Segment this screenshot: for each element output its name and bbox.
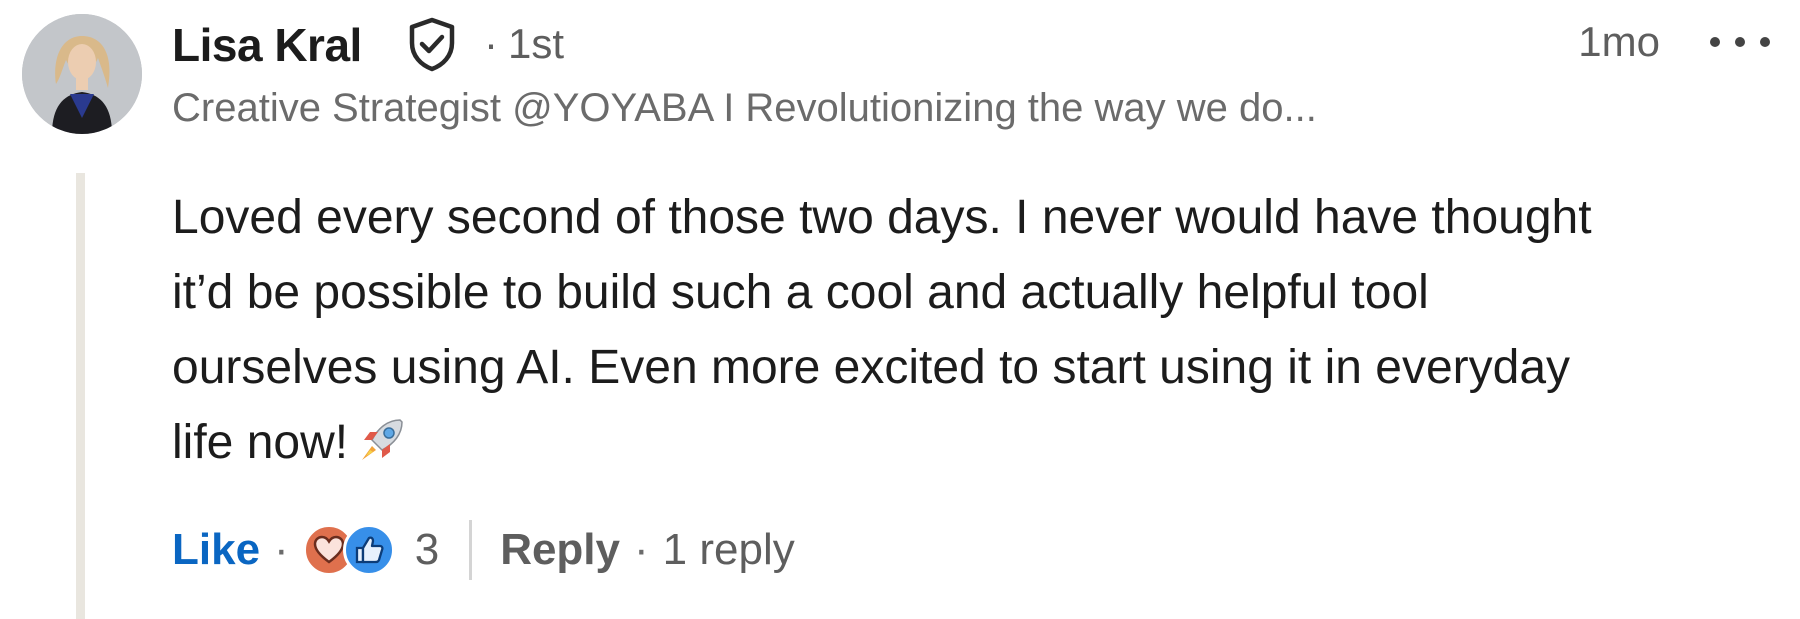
degree-label: 1st: [508, 20, 565, 67]
reply-count-link[interactable]: 1 reply: [663, 525, 795, 575]
thread-line: [76, 173, 85, 619]
comment-line: ourselves using AI. Even more excited to…: [172, 341, 1571, 394]
reaction-count[interactable]: 3: [415, 525, 439, 575]
reactions-summary[interactable]: [302, 522, 399, 578]
like-button[interactable]: Like: [172, 525, 260, 575]
more-horizontal-icon[interactable]: [1710, 22, 1770, 62]
shield-check-icon: [404, 16, 460, 72]
comment-line-text: life now!: [172, 416, 349, 469]
connection-degree: · 1st: [484, 20, 564, 68]
reply-button[interactable]: Reply: [500, 525, 620, 575]
profile-photo: [22, 14, 142, 134]
comment-line-last: life now!: [172, 405, 1782, 488]
like-reaction-icon: [342, 524, 395, 576]
comment-text: Loved every second of those two days. I …: [172, 180, 1782, 488]
comment-line: Loved every second of those two days. I …: [172, 191, 1592, 244]
author-name[interactable]: Lisa Kral: [172, 18, 362, 72]
comment-actions: Like · 3 Reply · 1 reply: [172, 518, 795, 582]
author-headline: Creative Strategist @YOYABA I Revolution…: [172, 86, 1317, 130]
more-dot: [1760, 37, 1770, 47]
actions-divider: [469, 520, 473, 580]
comment-line: it’d be possible to build such a cool an…: [172, 266, 1429, 319]
degree-separator: ·: [484, 20, 498, 67]
more-dot: [1710, 37, 1720, 47]
more-dot: [1735, 37, 1745, 47]
timestamp: 1mo: [1578, 18, 1660, 65]
actions-separator: ·: [274, 525, 289, 574]
reply-separator: ·: [634, 525, 649, 574]
rocket-icon: [356, 413, 408, 488]
avatar[interactable]: [22, 14, 142, 134]
